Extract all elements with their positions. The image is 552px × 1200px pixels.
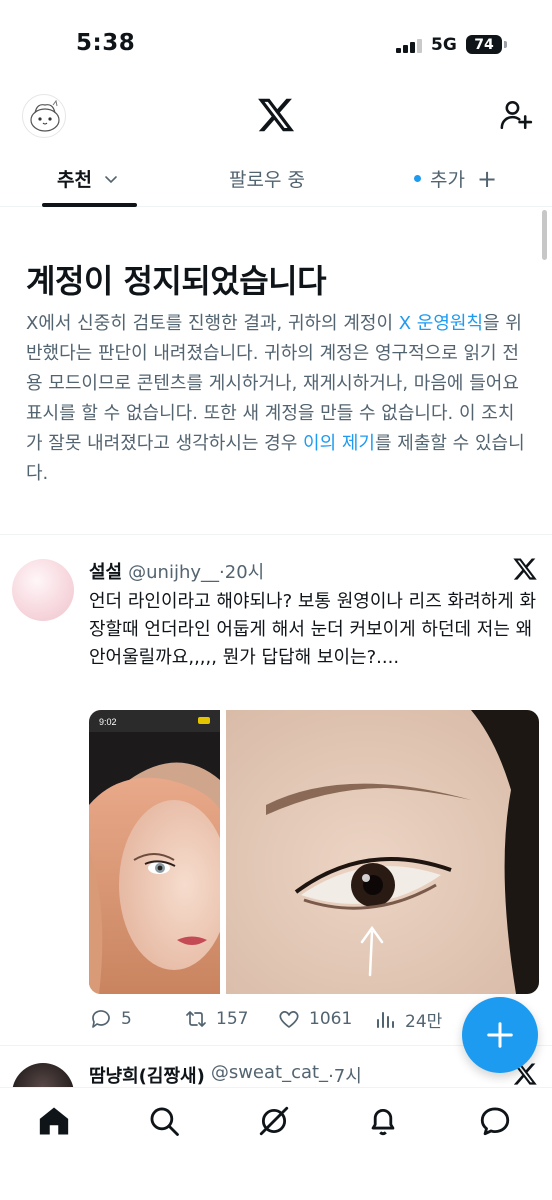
new-dot-icon xyxy=(414,175,421,182)
tab-following[interactable]: 팔로우 중 xyxy=(229,150,305,207)
tab-for-you-label: 추천 xyxy=(57,169,92,191)
heart-icon xyxy=(279,1011,299,1028)
tweet-image-1[interactable]: 9:02 xyxy=(89,710,220,994)
add-person-icon[interactable] xyxy=(499,98,533,132)
tab-for-you[interactable]: 추천 xyxy=(57,150,118,207)
grok-icon[interactable] xyxy=(257,1104,291,1138)
like-button[interactable]: 1061 xyxy=(277,1004,352,1034)
photo-portrait: 9:02 xyxy=(89,710,220,994)
photo-eye-closeup xyxy=(226,710,539,994)
tweet-author-handle[interactable]: @unijhy__ xyxy=(128,562,219,583)
next-tweet-author-handle[interactable]: @sweat_cat_ xyxy=(211,1062,328,1087)
next-tweet-time: ·7시 xyxy=(328,1066,362,1087)
my-avatar[interactable] xyxy=(22,94,66,138)
view-count: 24만 xyxy=(405,1011,443,1032)
next-tweet-header: 땀냥희(김짱새) @sweat_cat_ ·7시 xyxy=(89,1062,362,1087)
signal-icon xyxy=(396,39,424,53)
timeline-tabs: 추천 팔로우 중 추가 + xyxy=(0,150,552,207)
views-icon xyxy=(377,1012,394,1028)
reply-count: 5 xyxy=(121,1009,132,1029)
tweet-avatar[interactable] xyxy=(12,559,74,621)
rules-link[interactable]: X 운영원칙 xyxy=(399,313,483,334)
tweet-text: 언더 라인이라고 해야되나? 보통 원영이나 리즈 화려하게 화장할때 언더라인… xyxy=(89,591,537,668)
like-count: 1061 xyxy=(309,1009,353,1029)
messages-icon[interactable] xyxy=(478,1104,512,1138)
battery-icon: 74 xyxy=(466,35,502,54)
tab-more[interactable]: 추가 + xyxy=(414,150,497,207)
repost-icon xyxy=(186,1011,206,1027)
home-icon[interactable] xyxy=(37,1104,71,1138)
notice-text-1: X에서 신중히 검토를 진행한 결과, 귀하의 계정이 xyxy=(26,313,399,334)
media-status-time: 9:02 xyxy=(99,717,117,727)
notice-body: X에서 신중히 검토를 진행한 결과, 귀하의 계정이 X 운영원칙을 위반했다… xyxy=(26,309,530,489)
account-suspended-notice: 계정이 정지되었습니다 X에서 신중히 검토를 진행한 결과, 귀하의 계정이 … xyxy=(0,208,552,535)
network-type: 5G xyxy=(431,35,457,55)
next-tweet-author-name[interactable]: 땀냥희(김짱새) xyxy=(89,1062,205,1087)
notice-title: 계정이 정지되었습니다 xyxy=(26,262,327,300)
notifications-icon[interactable] xyxy=(366,1104,400,1138)
status-time: 5:38 xyxy=(76,30,136,56)
tweet[interactable]: 설설 @unijhy__ ·20시 언더 라인이라고 해야되나? 보통 원영이나… xyxy=(0,536,552,1046)
avatar-illustration xyxy=(30,99,60,132)
repost-button[interactable]: 157 xyxy=(184,1004,248,1034)
reply-icon xyxy=(92,1010,110,1028)
tab-more-label: 추가 xyxy=(430,169,465,191)
battery-cap xyxy=(504,41,507,48)
tweet-header: 설설 @unijhy__ ·20시 xyxy=(89,558,264,584)
x-logo-icon xyxy=(513,558,537,580)
bottom-nav xyxy=(0,1087,552,1200)
plus-icon xyxy=(487,1022,513,1048)
status-bar: 5:38 5G 74 xyxy=(0,0,552,92)
tab-following-label: 팔로우 중 xyxy=(229,169,305,191)
tweet-time: ·20시 xyxy=(219,562,265,583)
reply-button[interactable]: 5 xyxy=(89,1004,132,1034)
chevron-down-icon xyxy=(105,175,117,183)
tweet-author-name[interactable]: 설설 xyxy=(89,558,122,584)
repost-count: 157 xyxy=(216,1009,249,1029)
plus-icon: + xyxy=(476,164,498,193)
search-icon[interactable] xyxy=(147,1104,181,1138)
appeal-link[interactable]: 이의 제기 xyxy=(303,433,375,454)
battery-level: 74 xyxy=(474,36,494,53)
active-tab-indicator xyxy=(42,203,137,207)
tweet-image-2[interactable] xyxy=(226,710,539,994)
views-button[interactable]: 24만 xyxy=(373,1004,442,1034)
next-tweet-avatar[interactable] xyxy=(12,1063,74,1087)
x-logo-icon[interactable] xyxy=(256,95,296,135)
compose-button[interactable] xyxy=(462,997,538,1073)
scrollbar[interactable] xyxy=(542,210,547,260)
